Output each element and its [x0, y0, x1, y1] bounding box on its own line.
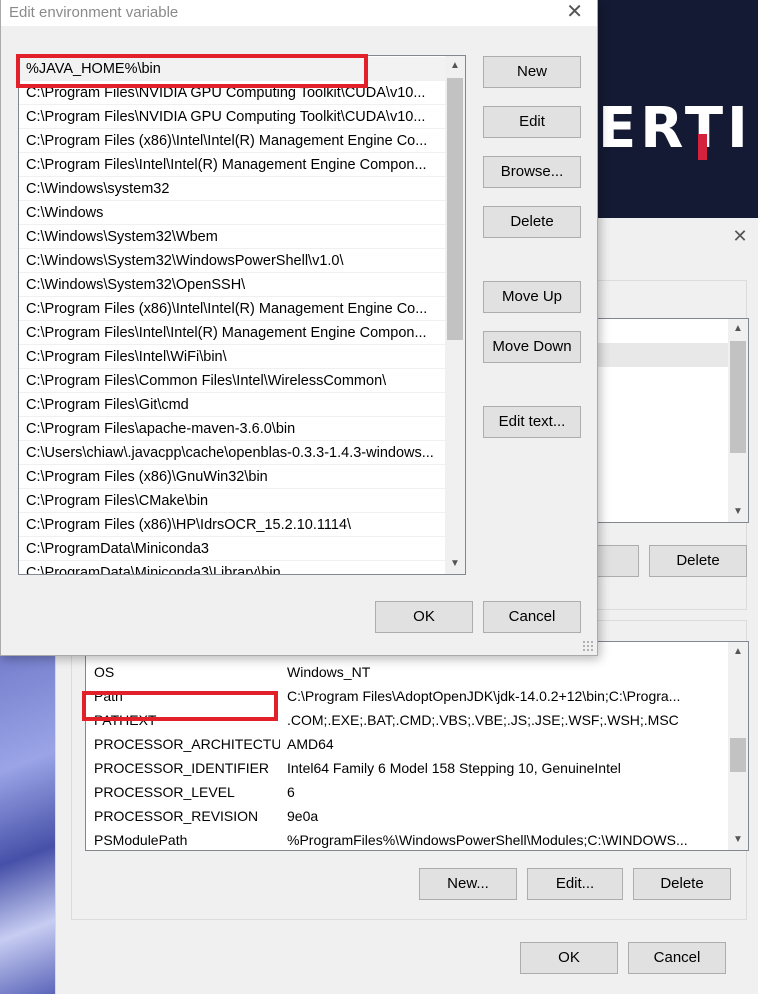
path-entries-list[interactable]: %JAVA_HOME%\bin C:\Program Files\NVIDIA … [18, 55, 466, 575]
list-item[interactable]: C:\Program Files (x86)\GnuWin32\bin [19, 465, 445, 489]
list-item[interactable]: C:\Program Files\Intel\WiFi\bin\ [19, 345, 445, 369]
table-row[interactable]: PROCESSOR_ARCHITECTU... AMD64 [86, 732, 730, 756]
edit-environment-variable-dialog: Edit environment variable ✕ %JAVA_HOME%\… [0, 0, 598, 656]
scroll-up-icon[interactable]: ▲ [445, 56, 465, 76]
list-item[interactable]: C:\Program Files\Intel\Intel(R) Manageme… [19, 321, 445, 345]
list-item[interactable]: C:\ProgramData\Miniconda3\Library\bin [19, 561, 445, 574]
scroll-down-icon[interactable]: ▼ [728, 502, 748, 522]
close-icon[interactable]: ✕ [566, 2, 583, 22]
list-item[interactable]: C:\Windows\System32\Wbem [19, 225, 445, 249]
system-edit-button[interactable]: Edit... [527, 868, 623, 900]
scroll-up-icon[interactable]: ▲ [728, 642, 748, 662]
system-list-scrollbar[interactable]: ▲ ▼ [728, 642, 748, 850]
path-list-scrollbar[interactable]: ▲ ▼ [445, 56, 465, 574]
scrollbar-thumb[interactable] [730, 738, 746, 772]
dialog-title: Edit environment variable [9, 4, 179, 21]
table-row[interactable]: PATHEXT .COM;.EXE;.BAT;.CMD;.VBS;.VBE;.J… [86, 708, 730, 732]
list-item[interactable]: C:\Windows\System32\WindowsPowerShell\v1… [19, 249, 445, 273]
list-item[interactable]: C:\Program Files\Intel\Intel(R) Manageme… [19, 153, 445, 177]
system-variables-list[interactable]: Variable Value OS Windows_NT Path C:\Pro… [85, 641, 749, 851]
list-item[interactable]: C:\Program Files\apache-maven-3.6.0\bin [19, 417, 445, 441]
scrollbar-thumb[interactable] [447, 78, 463, 340]
system-delete-button[interactable]: Delete [633, 868, 731, 900]
scroll-down-icon[interactable]: ▼ [445, 554, 465, 574]
list-item[interactable]: C:\Users\chiaw\.javacpp\cache\openblas-0… [19, 441, 445, 465]
close-icon[interactable]: ✕ [732, 227, 748, 245]
system-new-button[interactable]: New... [419, 868, 517, 900]
list-item[interactable]: C:\Program Files (x86)\Intel\Intel(R) Ma… [19, 297, 445, 321]
table-row[interactable]: Path C:\Program Files\AdoptOpenJDK\jdk-1… [86, 684, 730, 708]
list-item[interactable]: C:\Program Files\Common Files\Intel\Wire… [19, 369, 445, 393]
banner-accent-mark [698, 134, 707, 160]
list-item[interactable]: C:\Program Files (x86)\HP\IdrsOCR_15.2.1… [19, 513, 445, 537]
list-item[interactable]: C:\Windows\System32\OpenSSH\ [19, 273, 445, 297]
list-item[interactable]: C:\Program Files\CMake\bin [19, 489, 445, 513]
list-item[interactable]: C:\Program Files\Git\cmd [19, 393, 445, 417]
edit-text-button[interactable]: Edit text... [483, 406, 581, 438]
ok-button[interactable]: OK [375, 601, 473, 633]
table-row[interactable]: PROCESSOR_LEVEL 6 [86, 780, 730, 804]
env-cancel-button[interactable]: Cancel [628, 942, 726, 974]
list-item[interactable]: C:\Windows\system32 [19, 177, 445, 201]
list-item[interactable]: C:\Program Files\NVIDIA GPU Computing To… [19, 81, 445, 105]
new-button[interactable]: New [483, 56, 581, 88]
cancel-button[interactable]: Cancel [483, 601, 581, 633]
scrollbar-thumb[interactable] [730, 341, 746, 453]
user-list-scrollbar[interactable]: ▲ ▼ [728, 319, 748, 522]
move-up-button[interactable]: Move Up [483, 281, 581, 313]
scroll-up-icon[interactable]: ▲ [728, 319, 748, 339]
env-ok-button[interactable]: OK [520, 942, 618, 974]
table-row[interactable]: PROCESSOR_REVISION 9e0a [86, 804, 730, 828]
system-variables-group: Variable Value OS Windows_NT Path C:\Pro… [71, 620, 749, 920]
title-bar: Edit environment variable ✕ [1, 0, 597, 26]
list-item[interactable]: C:\Program Files (x86)\Intel\Intel(R) Ma… [19, 129, 445, 153]
table-row[interactable]: PROCESSOR_IDENTIFIER Intel64 Family 6 Mo… [86, 756, 730, 780]
list-item[interactable]: %JAVA_HOME%\bin [19, 57, 445, 81]
website-banner: ERTI [590, 0, 758, 218]
resize-grip-icon[interactable] [582, 640, 594, 652]
list-item[interactable]: C:\Program Files\NVIDIA GPU Computing To… [19, 105, 445, 129]
table-row[interactable]: PSModulePath %ProgramFiles%\WindowsPower… [86, 828, 730, 850]
move-down-button[interactable]: Move Down [483, 331, 581, 363]
desktop-wallpaper [0, 640, 60, 994]
list-item[interactable]: C:\Windows [19, 201, 445, 225]
user-delete-button[interactable]: Delete [649, 545, 747, 577]
delete-button[interactable]: Delete [483, 206, 581, 238]
browse-button[interactable]: Browse... [483, 156, 581, 188]
scroll-down-icon[interactable]: ▼ [728, 830, 748, 850]
table-row[interactable]: OS Windows_NT [86, 660, 730, 684]
list-item[interactable]: C:\ProgramData\Miniconda3 [19, 537, 445, 561]
edit-button[interactable]: Edit [483, 106, 581, 138]
banner-logo-text: ERTI [598, 96, 752, 161]
